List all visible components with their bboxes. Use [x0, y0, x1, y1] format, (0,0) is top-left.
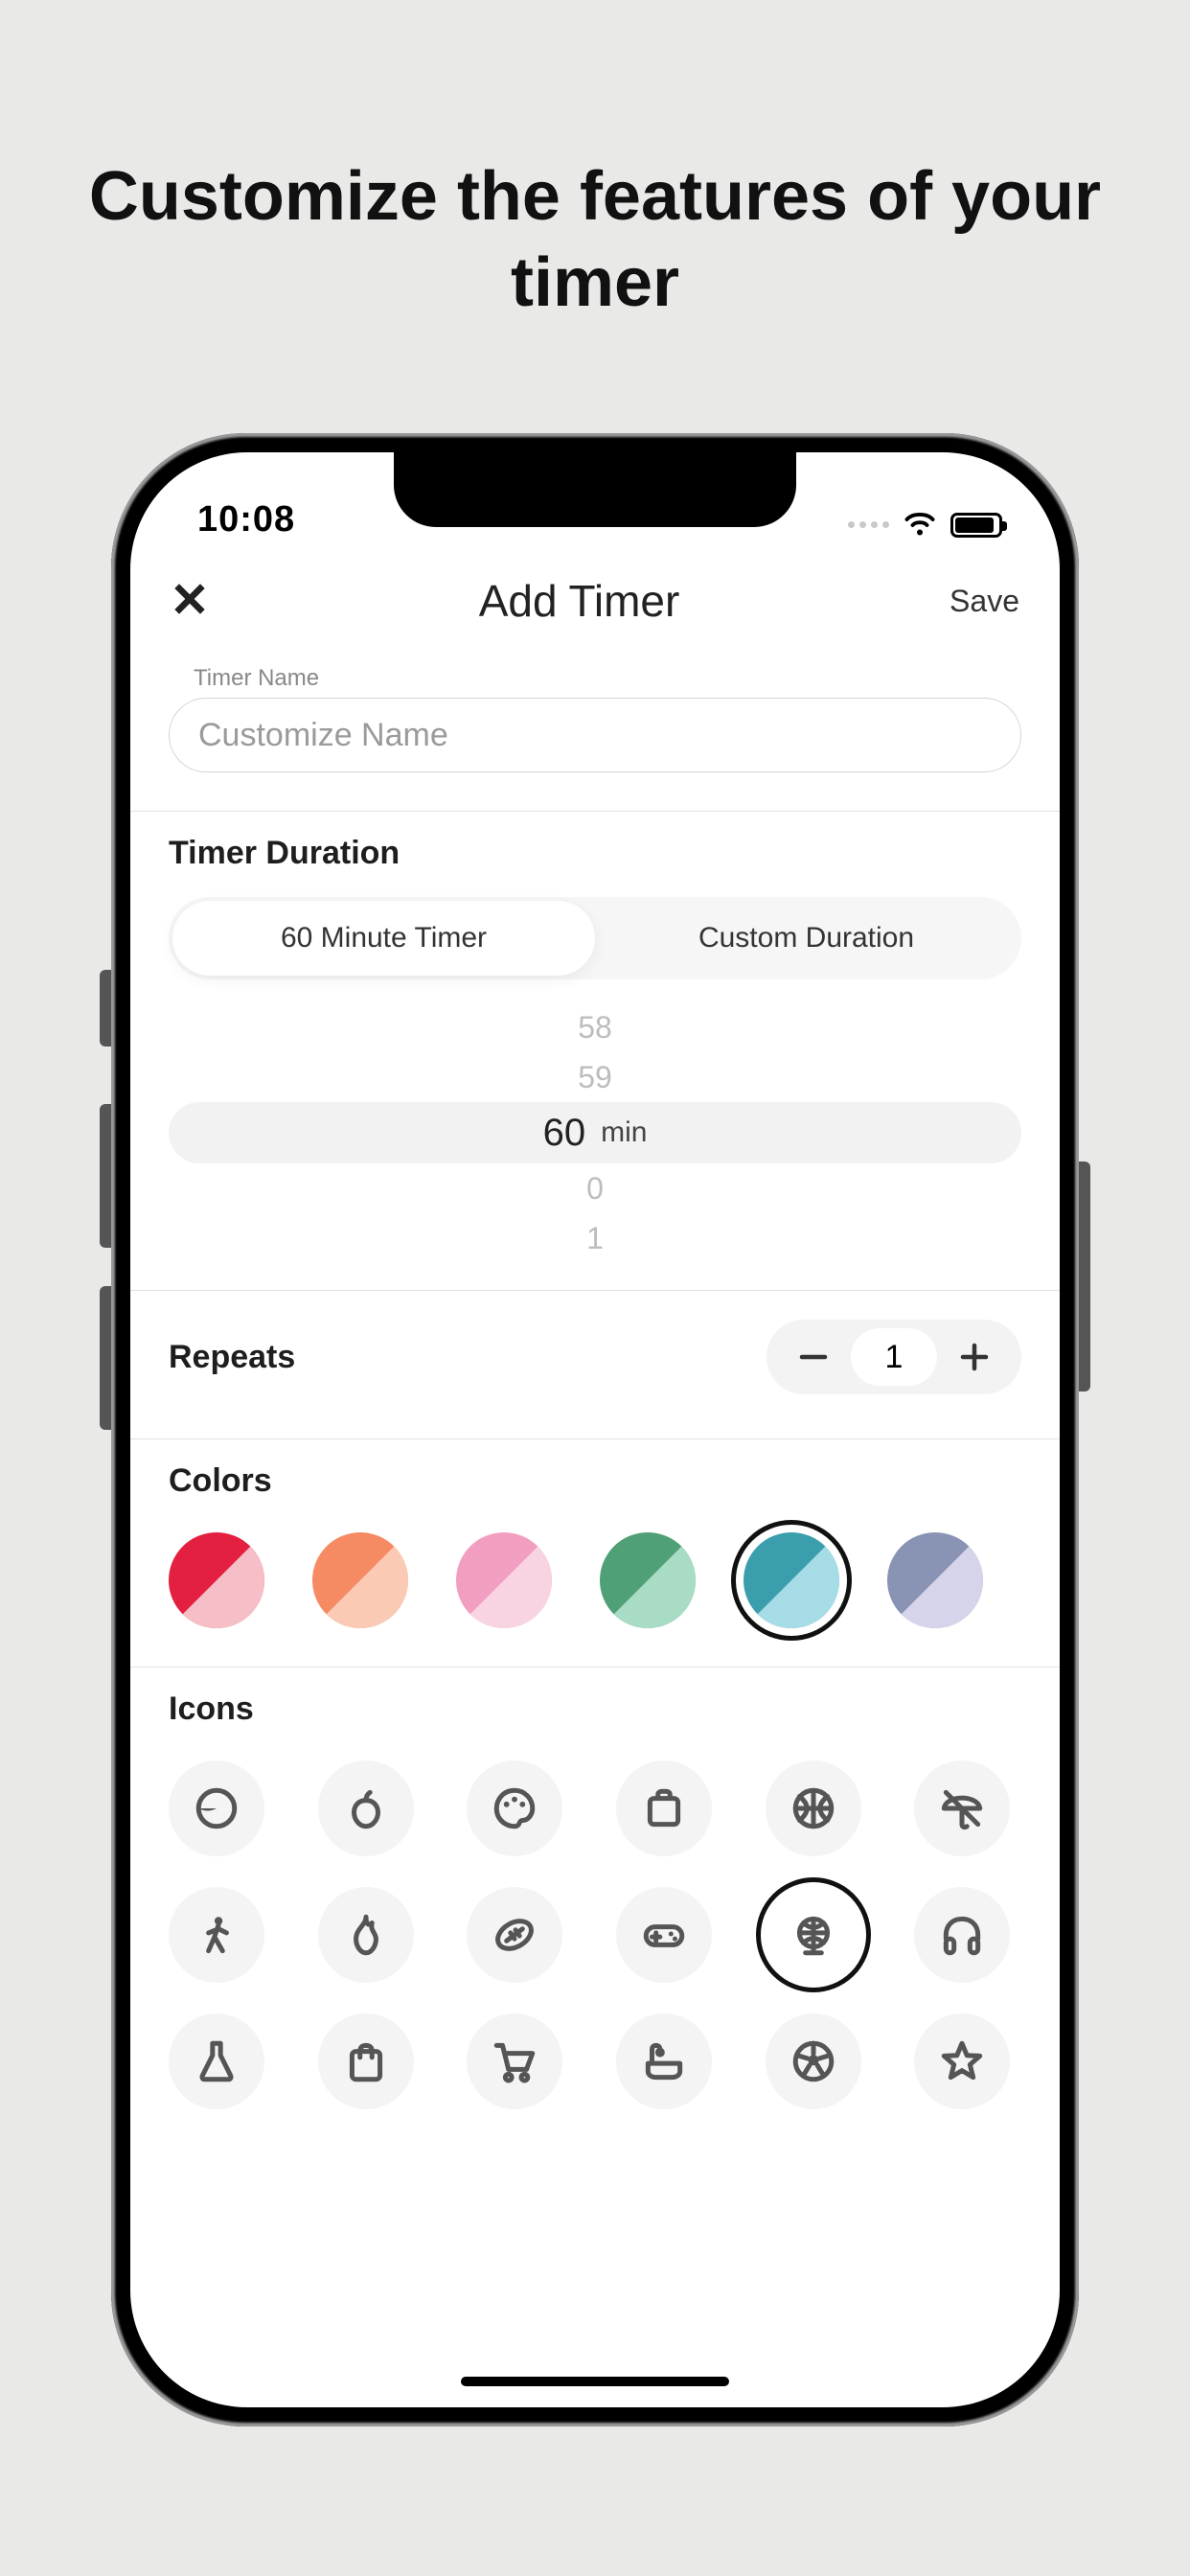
page-title: Add Timer	[479, 575, 680, 627]
picker-unit: min	[601, 1116, 647, 1149]
tab-custom-duration[interactable]: Custom Duration	[595, 901, 1018, 976]
icon-option-briefcase[interactable]	[616, 1760, 712, 1856]
repeats-value: 1	[851, 1328, 937, 1386]
picker-option[interactable]: 1	[169, 1213, 1021, 1263]
timer-name-label: Timer Name	[194, 665, 1021, 692]
marketing-headline: Customize the features of your timer	[0, 153, 1190, 326]
icon-option-apple[interactable]	[318, 1760, 414, 1856]
repeats-increment-button[interactable]	[937, 1320, 1012, 1394]
color-swatch-coral[interactable]	[312, 1532, 408, 1628]
icons-header: Icons	[169, 1690, 1021, 1728]
color-swatch-teal[interactable]	[744, 1532, 839, 1628]
icon-option-shopping-bag[interactable]	[318, 2013, 414, 2109]
icon-option-gamepad[interactable]	[616, 1887, 712, 1983]
close-button[interactable]	[171, 580, 209, 623]
icon-option-bathtub[interactable]	[616, 2013, 712, 2109]
icon-option-palette[interactable]	[467, 1760, 562, 1856]
duration-picker[interactable]: 58 59 60 min 0 1	[169, 1002, 1021, 1252]
icon-option-umbrella[interactable]	[914, 1760, 1010, 1856]
icon-option-walk[interactable]	[169, 1887, 264, 1983]
tab-60-minute[interactable]: 60 Minute Timer	[172, 901, 595, 976]
repeats-stepper: 1	[767, 1320, 1021, 1394]
icon-option-basketball[interactable]	[766, 1760, 861, 1856]
cellular-icon	[848, 521, 889, 528]
picker-option[interactable]: 0	[169, 1163, 1021, 1213]
color-swatch-violet[interactable]	[887, 1532, 983, 1628]
picker-selected[interactable]: 60 min	[169, 1102, 1021, 1163]
wifi-icon	[903, 509, 937, 540]
repeats-decrement-button[interactable]	[776, 1320, 851, 1394]
icon-option-fire[interactable]	[318, 1887, 414, 1983]
picker-option[interactable]: 58	[169, 1002, 1021, 1052]
picker-selected-value: 60	[543, 1112, 586, 1155]
icon-option-football[interactable]	[467, 1887, 562, 1983]
save-button[interactable]: Save	[950, 584, 1019, 619]
color-swatch-red[interactable]	[169, 1532, 264, 1628]
timer-name-input[interactable]	[169, 698, 1021, 772]
icon-option-cart[interactable]	[467, 2013, 562, 2109]
icon-option-flask[interactable]	[169, 2013, 264, 2109]
battery-icon	[950, 513, 1002, 538]
repeats-header: Repeats	[169, 1339, 295, 1376]
color-swatch-green[interactable]	[600, 1532, 696, 1628]
icon-option-soccer[interactable]	[766, 2013, 861, 2109]
picker-option[interactable]: 59	[169, 1052, 1021, 1102]
phone-frame: 10:08 Add Timer Save Timer Name Timer	[111, 433, 1079, 2426]
home-indicator[interactable]	[461, 2377, 729, 2386]
duration-header: Timer Duration	[169, 835, 1021, 872]
icon-option-timer[interactable]	[169, 1760, 264, 1856]
icon-option-star[interactable]	[914, 2013, 1010, 2109]
colors-header: Colors	[169, 1462, 1021, 1500]
navbar: Add Timer Save	[130, 548, 1060, 654]
status-time: 10:08	[197, 499, 295, 540]
color-swatch-pink[interactable]	[456, 1532, 552, 1628]
icon-option-globe[interactable]	[756, 1877, 871, 1992]
icon-option-headphones[interactable]	[914, 1887, 1010, 1983]
